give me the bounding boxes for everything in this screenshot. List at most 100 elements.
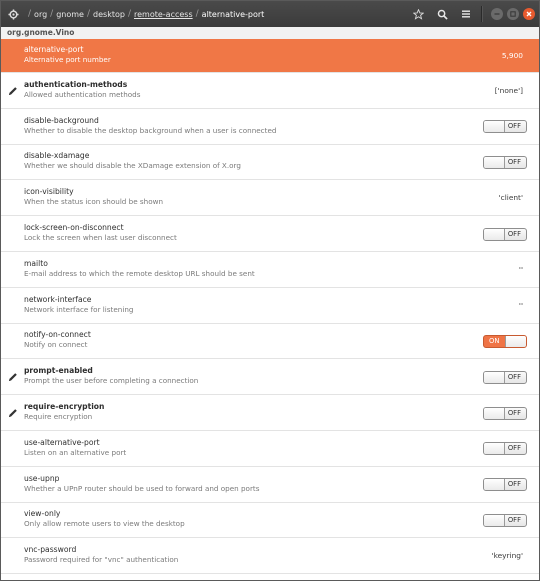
key-name: authentication-methods xyxy=(24,79,128,89)
key-name: lock-screen-on-disconnect xyxy=(24,223,124,233)
key-name: use-alternative-port xyxy=(24,437,100,447)
minimize-icon[interactable] xyxy=(491,8,503,20)
key-name: vnc-password xyxy=(24,545,77,555)
key-description: Alternative port number xyxy=(24,55,111,64)
key-description: Whether to disable the desktop backgroun… xyxy=(24,125,277,135)
key-value: '' xyxy=(518,264,523,274)
breadcrumb-alternative-port[interactable]: alternative-port xyxy=(202,10,265,19)
toggle-switch[interactable]: OFF xyxy=(483,442,527,456)
key-value: '' xyxy=(518,300,523,310)
key-row-use-alternative-port[interactable]: use-alternative-port Listen on an alterna… xyxy=(1,431,539,467)
toggle-label: OFF xyxy=(507,157,521,166)
pencil-icon xyxy=(8,372,18,382)
toggle-knob[interactable] xyxy=(484,443,505,455)
key-row-authentication-methods[interactable]: authentication-methods Allowed authentica… xyxy=(1,73,539,109)
toggle-label: OFF xyxy=(507,480,521,489)
key-description: Password required for "vnc" authenticati… xyxy=(24,555,179,565)
pencil-icon xyxy=(8,86,18,96)
key-name: use-upnp xyxy=(24,473,60,483)
key-row-vnc-password[interactable]: vnc-password Password required for "vnc" … xyxy=(1,538,539,575)
menu-icon[interactable] xyxy=(455,1,477,27)
toggle-switch[interactable]: OFF xyxy=(483,513,527,527)
key-description: Only allow remote users to view the desk… xyxy=(24,519,185,529)
breadcrumb-separator: / xyxy=(86,9,91,19)
key-description: Listen on an alternative port xyxy=(24,447,127,457)
toggle-knob[interactable] xyxy=(484,156,505,168)
key-value: 'keyring' xyxy=(491,551,523,561)
toggle-label: OFF xyxy=(507,372,521,381)
key-name: mailto xyxy=(24,258,48,268)
header-actions xyxy=(405,1,535,27)
breadcrumb-desktop[interactable]: desktop xyxy=(93,10,125,19)
key-row-mailto[interactable]: mailto E-mail address to which the remote… xyxy=(1,252,539,288)
key-description: Whether a UPnP router should be used to … xyxy=(24,483,260,493)
toggle-switch[interactable]: OFF xyxy=(483,370,527,384)
key-name: network-interface xyxy=(24,294,92,304)
breadcrumb: / org / gnome / desktop / remote-access / alterna… xyxy=(25,9,264,19)
key-name: view-only xyxy=(24,509,61,519)
toggle-label: ON xyxy=(489,336,500,345)
key-name: disable-background xyxy=(24,115,99,125)
key-row-network-interface[interactable]: network-interface Network interface for l… xyxy=(1,288,539,324)
toggle-switch[interactable]: OFF xyxy=(483,406,527,420)
toggle-switch[interactable]: ON xyxy=(483,334,527,348)
breadcrumb-separator: / xyxy=(127,9,131,19)
key-row-require-encryption[interactable]: require-encryption Require encryption OFF xyxy=(1,395,539,431)
breadcrumb-separator: / xyxy=(28,9,32,19)
toggle-label: OFF xyxy=(507,122,521,131)
pencil-icon xyxy=(8,408,18,418)
key-description: Require encryption xyxy=(24,412,93,422)
toggle-switch[interactable]: OFF xyxy=(483,120,527,134)
toggle-switch[interactable]: OFF xyxy=(483,155,527,169)
key-description: Lock the screen when last user disconnec… xyxy=(24,233,177,243)
key-row-alternative-port[interactable]: alternative-port Alternative port number 5… xyxy=(1,39,539,73)
close-icon[interactable] xyxy=(523,8,535,20)
key-name: icon-visibility xyxy=(24,187,74,197)
toggle-label: OFF xyxy=(507,229,521,238)
key-description: Allowed authentication methods xyxy=(24,89,141,99)
key-row-disable-xdamage[interactable]: disable-xdamage Whether we should disable… xyxy=(1,145,539,181)
toggle-switch[interactable]: OFF xyxy=(483,227,527,241)
header-bar: / org / gnome / desktop / remote-access / alterna… xyxy=(1,1,539,27)
key-description: E-mail address to which the remote deskt… xyxy=(24,268,255,278)
toggle-knob[interactable] xyxy=(484,479,505,491)
key-name: alternative-port xyxy=(24,45,84,54)
key-name: notify-on-connect xyxy=(24,330,91,340)
key-value: 5,900 xyxy=(501,51,523,60)
key-row-use-upnp[interactable]: use-upnp Whether a UPnP router should be … xyxy=(1,467,539,503)
key-name: prompt-enabled xyxy=(24,366,93,376)
toggle-label: OFF xyxy=(507,515,521,524)
toggle-knob[interactable] xyxy=(484,228,505,240)
toggle-knob[interactable] xyxy=(484,514,505,526)
toggle-knob[interactable] xyxy=(484,371,505,383)
toggle-switch[interactable]: OFF xyxy=(483,478,527,492)
key-value: 'client' xyxy=(498,193,523,203)
key-row-prompt-enabled[interactable]: prompt-enabled Prompt the user before com… xyxy=(1,359,539,396)
gear-icon[interactable] xyxy=(1,1,25,27)
toggle-knob[interactable] xyxy=(484,407,505,419)
breadcrumb-separator: / xyxy=(50,9,54,19)
breadcrumb-separator: / xyxy=(195,9,199,19)
toggle-label: OFF xyxy=(507,408,521,417)
breadcrumb-remote-access[interactable]: remote-access xyxy=(134,10,193,19)
key-description: Prompt the user before completing a conn… xyxy=(24,376,199,386)
maximize-icon[interactable] xyxy=(507,8,519,20)
breadcrumb-gnome[interactable]: gnome xyxy=(56,10,84,19)
toggle-knob[interactable] xyxy=(484,121,505,133)
toggle-knob[interactable] xyxy=(505,335,526,347)
key-value: ['none'] xyxy=(494,85,523,95)
key-row-notify-on-connect[interactable]: notify-on-connect Notify on connect ON xyxy=(1,324,539,360)
key-description: Network interface for listening xyxy=(24,304,134,314)
dconf-editor-window: / org / gnome / desktop / remote-access / alterna… xyxy=(0,0,540,581)
search-icon[interactable] xyxy=(431,1,453,27)
key-name: disable-xdamage xyxy=(24,151,90,161)
star-icon[interactable] xyxy=(407,1,429,27)
key-description: When the status icon should be shown xyxy=(24,197,164,207)
key-row-lock-screen-on-disconnect[interactable]: lock-screen-on-disconnect Lock the screen… xyxy=(1,216,539,252)
key-list: alternative-port Alternative port number 5… xyxy=(1,39,539,575)
key-row-view-only[interactable]: view-only Only allow remote users to view… xyxy=(1,503,539,539)
key-row-disable-background[interactable]: disable-background Whether to disable the… xyxy=(1,109,539,145)
key-description: Whether we should disable the XDamage ex… xyxy=(24,161,241,171)
key-row-icon-visibility[interactable]: icon-visibility When the status icon shou… xyxy=(1,180,539,217)
breadcrumb-org[interactable]: org xyxy=(34,10,47,19)
